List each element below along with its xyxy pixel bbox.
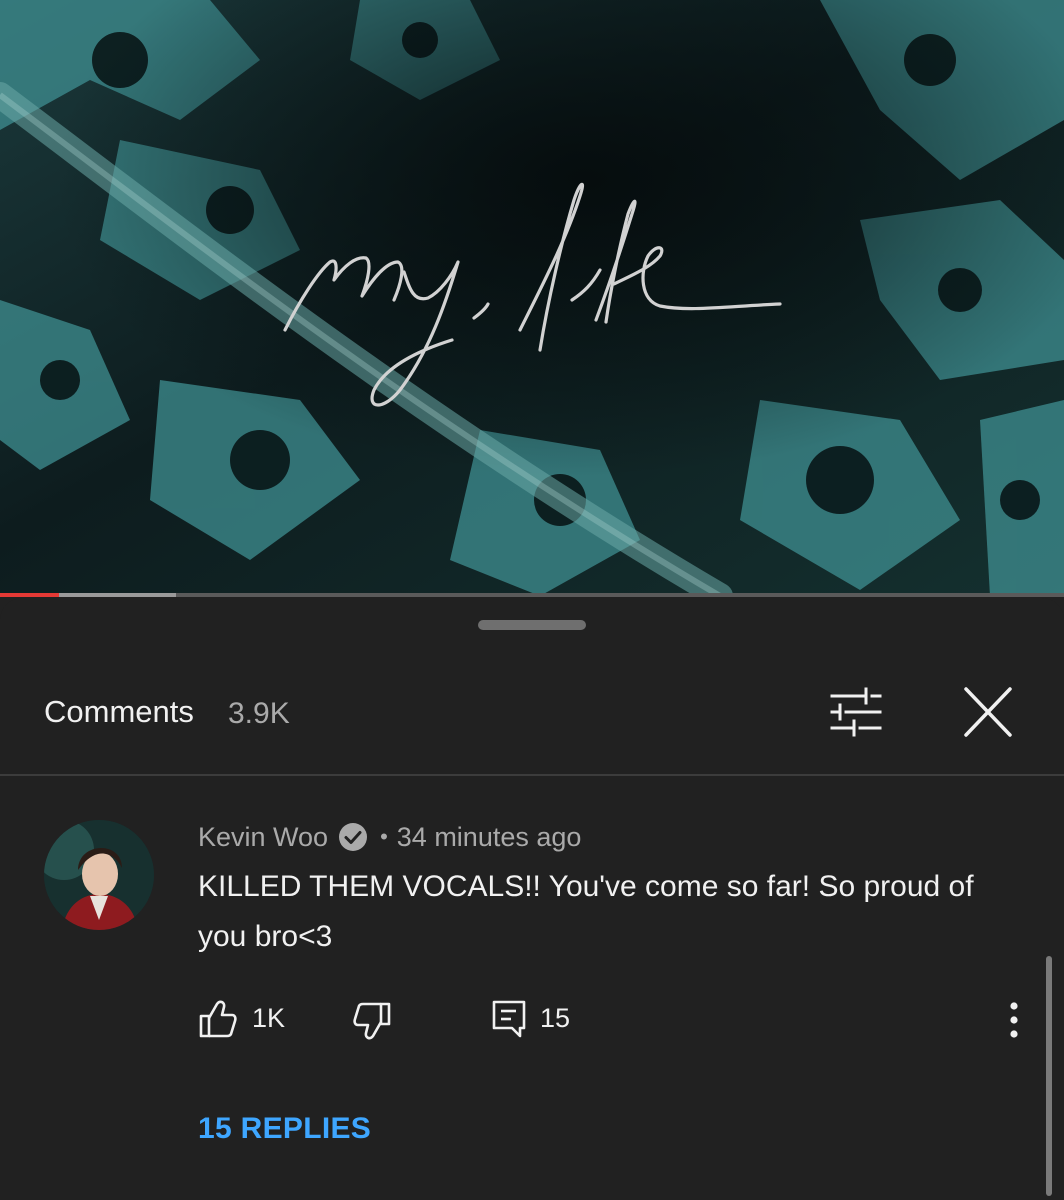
drag-handle[interactable] [478,620,586,630]
comment-author[interactable]: Kevin Woo [198,822,328,853]
comment-text: KILLED THEM VOCALS!! You've come so far!… [198,870,974,953]
avatar-image [44,820,154,930]
comments-title: Comments [44,694,194,729]
more-vert-icon [1010,1002,1018,1038]
comment-icon [492,1000,526,1038]
comment-meta: Kevin Woo • 34 minutes ago [198,820,581,854]
header-divider [0,774,1064,776]
view-replies-link[interactable]: 15 REPLIES [198,1112,371,1146]
meta-separator: • [380,824,388,849]
video-frame [0,0,1064,596]
verified-check-icon [339,823,368,851]
more-options-button[interactable] [1000,998,1028,1042]
comment-timestamp: 34 minutes ago [396,821,582,852]
video-player[interactable] [0,0,1064,596]
like-button[interactable] [198,998,238,1040]
sort-sliders-icon [830,687,882,737]
thumbs-down-icon [353,1002,391,1040]
avatar[interactable] [44,820,154,930]
dislike-button[interactable] [352,1000,392,1042]
comments-count: 3.9K [228,697,290,730]
thumbs-up-icon [199,1000,237,1038]
sort-button[interactable] [826,686,886,738]
like-count: 1K [252,1003,286,1033]
video-progress-bar[interactable] [0,593,1064,597]
progress-played [0,593,59,597]
close-button[interactable] [958,684,1018,740]
reply-button[interactable] [490,998,528,1040]
scrollbar[interactable] [1046,956,1052,1196]
reply-count: 15 [540,1003,571,1033]
comments-sheet: Comments 3.9K Kevin Woo • 34 minutes ago… [0,598,1064,1200]
close-icon [964,687,1012,737]
